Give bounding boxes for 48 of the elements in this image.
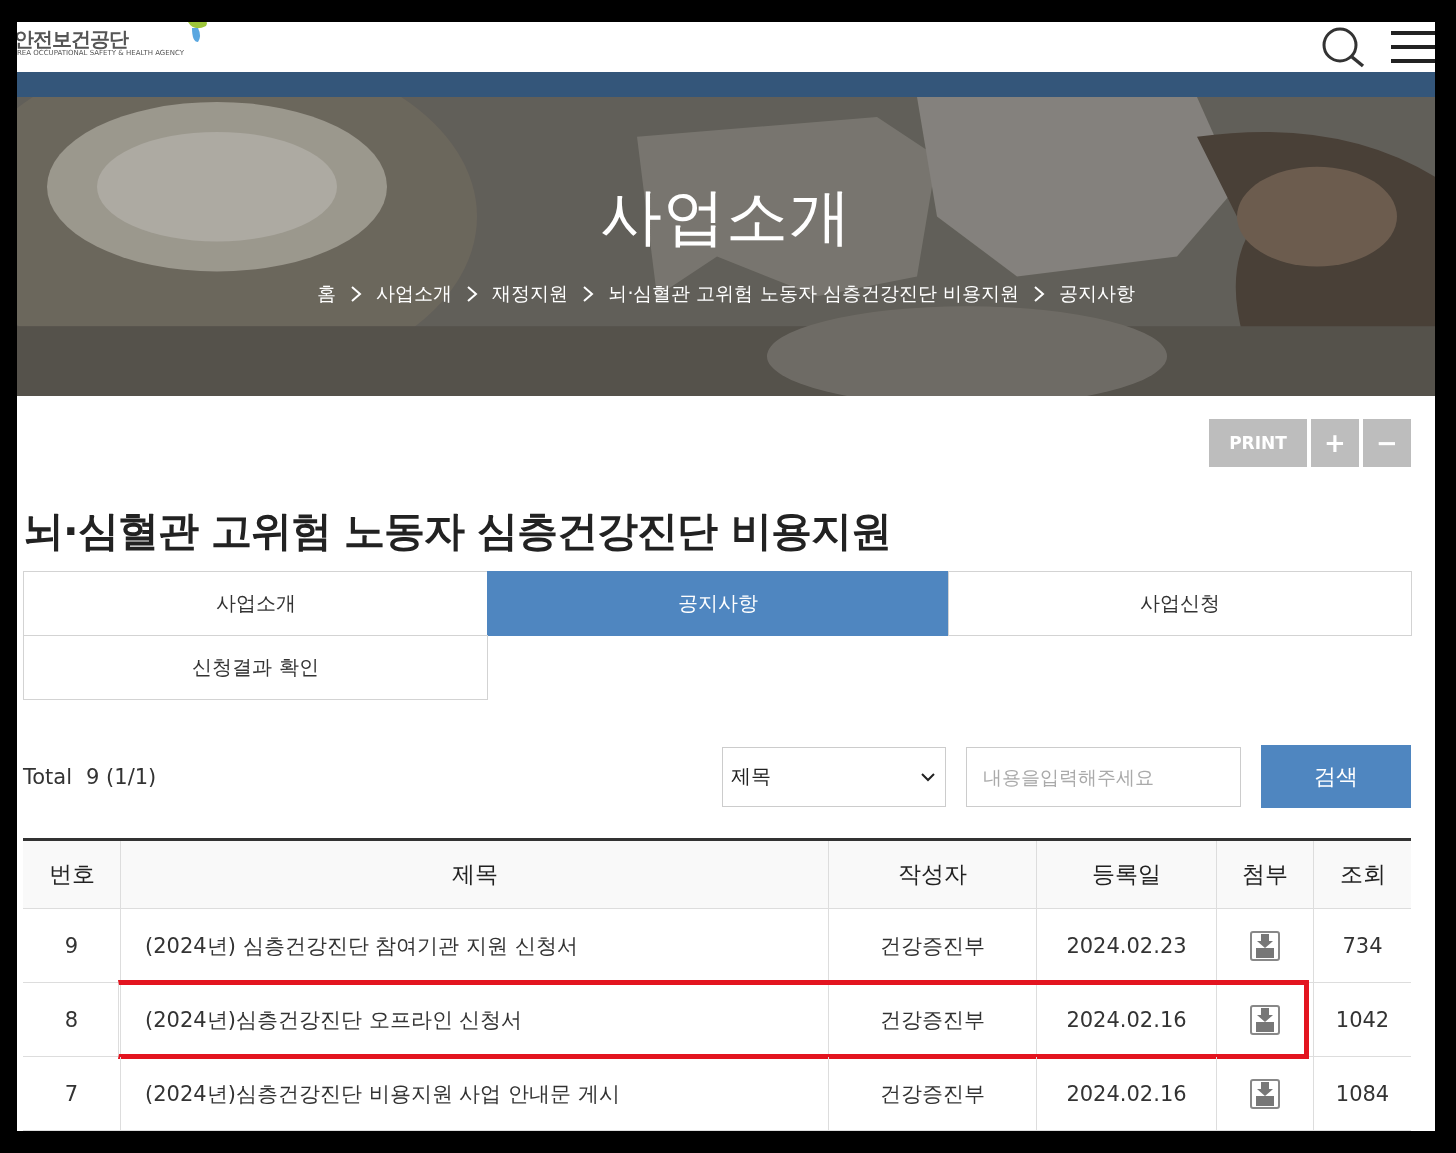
- hero-title: 사업소개: [600, 179, 852, 255]
- download-icon[interactable]: [1250, 1078, 1280, 1109]
- column-header: 첨부: [1216, 841, 1313, 908]
- chevron-right-icon: [1032, 285, 1045, 303]
- table-cell: 1042: [1313, 983, 1411, 1056]
- chevron-right-icon: [350, 285, 363, 303]
- search-field[interactable]: 내용을입력해주세요: [966, 746, 1241, 807]
- post-title-link[interactable]: (2024년)심층건강진단 비용지원 사업 안내문 게시: [120, 1057, 828, 1130]
- column-header: 조회: [1313, 841, 1411, 908]
- tab[interactable]: 사업신청: [948, 571, 1412, 636]
- chevron-right-icon: [466, 285, 479, 303]
- logo-icon: [187, 22, 208, 42]
- post-title-link[interactable]: (2024년)심층건강진단 오프라인 신청서: [120, 983, 828, 1056]
- table-cell: 2024.02.16: [1036, 1057, 1216, 1130]
- menu-icon[interactable]: [1391, 29, 1435, 65]
- tab[interactable]: 공지사항: [487, 571, 949, 636]
- tab[interactable]: 신청결과 확인: [23, 635, 488, 700]
- column-header: 제목: [120, 841, 828, 908]
- table-cell: 1084: [1313, 1057, 1411, 1130]
- search-category-select[interactable]: 제목: [722, 746, 946, 807]
- chevron-right-icon: [582, 285, 595, 303]
- total-count: 9 (1/1): [86, 764, 157, 789]
- table-cell: 2024.02.23: [1036, 909, 1216, 982]
- tab[interactable]: 사업소개: [23, 571, 488, 636]
- search-button[interactable]: 검색: [1261, 745, 1411, 808]
- column-header: 번호: [47, 860, 96, 889]
- total-label: Total: [23, 764, 73, 789]
- search-icon[interactable]: [1321, 26, 1367, 68]
- table-cell: 734: [1313, 909, 1411, 982]
- caret-icon: [921, 771, 935, 782]
- column-header: 작성자: [828, 841, 1036, 908]
- download-icon[interactable]: [1250, 930, 1280, 961]
- column-header: 등록일: [1036, 841, 1216, 908]
- page-title: 뇌·심혈관 고위험 노동자 심층건강진단 비용지원: [23, 506, 892, 557]
- table-cell: 건강증진부: [828, 983, 1036, 1056]
- breadcrumb-link[interactable]: 홈: [317, 281, 337, 307]
- table-cell: 건강증진부: [828, 1057, 1036, 1130]
- breadcrumb-link[interactable]: 공지사항: [1058, 281, 1135, 307]
- breadcrumb-link[interactable]: 사업소개: [376, 281, 453, 307]
- table-cell: 2024.02.16: [1036, 983, 1216, 1056]
- breadcrumb-link[interactable]: 뇌·심혈관 고위험 노동자 심층건강진단 비용지원: [608, 281, 1019, 307]
- table-cell-text: 8: [63, 1006, 80, 1034]
- breadcrumb-link[interactable]: 재정지원: [492, 281, 569, 307]
- table-cell-text: 9: [63, 932, 80, 960]
- table-cell: 건강증진부: [828, 909, 1036, 982]
- download-icon[interactable]: [1250, 1004, 1280, 1035]
- table-cell-text: 7: [63, 1080, 80, 1108]
- post-title-link[interactable]: (2024년) 심층건강진단 참여기관 지원 신청서: [120, 909, 828, 982]
